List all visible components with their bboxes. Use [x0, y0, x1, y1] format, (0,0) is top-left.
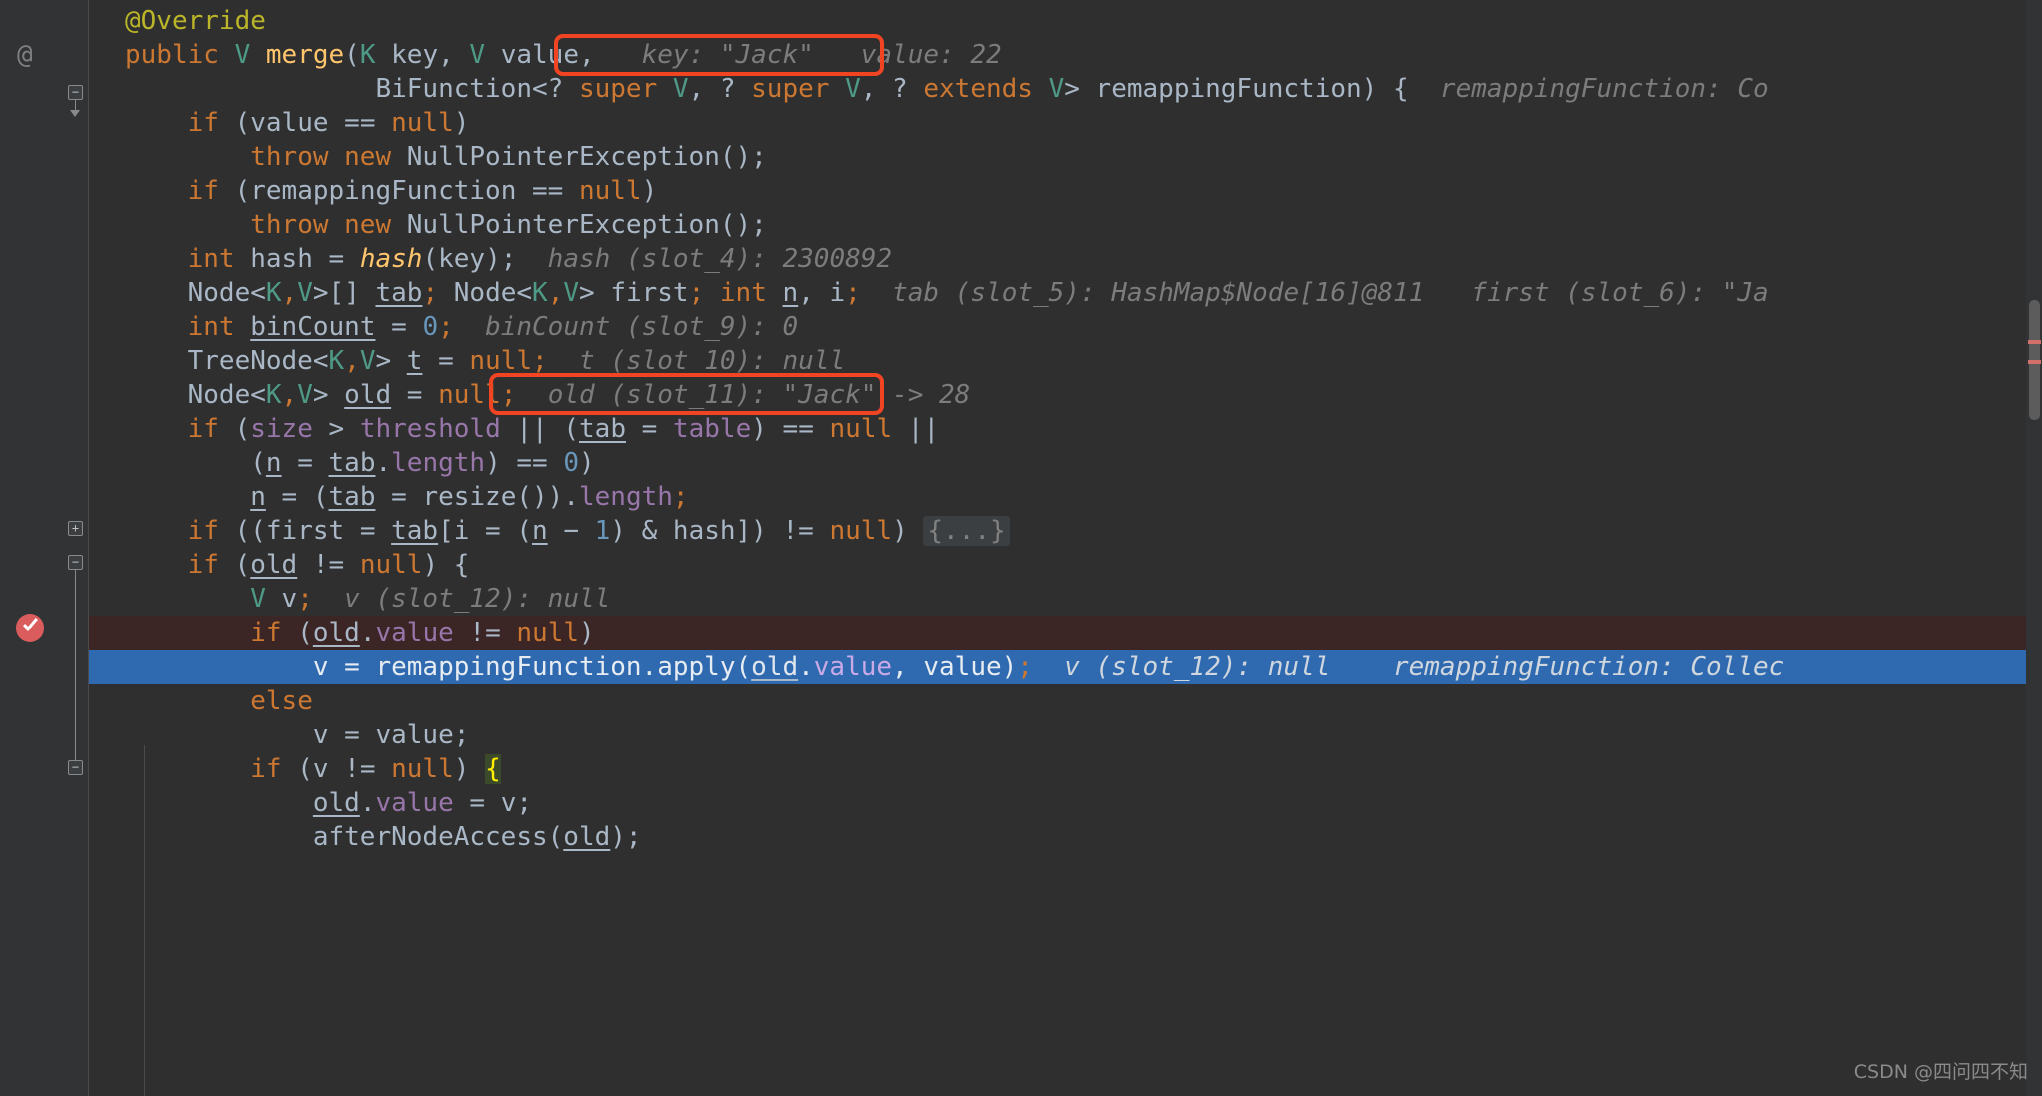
code-line[interactable]: Node<K,V>[] tab; Node<K,V> first; int n,… — [89, 276, 2042, 310]
code-line-text: Node<K,V>[] tab; Node<K,V> first; int n,… — [125, 278, 1769, 308]
code-line[interactable]: if (old.value != null) — [89, 616, 2042, 650]
code-line[interactable]: throw new NullPointerException(); — [89, 140, 2042, 174]
code-line[interactable]: if (size > threshold || (tab = table) ==… — [89, 412, 2042, 446]
code-line[interactable]: throw new NullPointerException(); — [89, 208, 2042, 242]
code-line[interactable]: Node<K,V> old = null; old (slot_11): "Ja… — [89, 378, 2042, 412]
code-line-text: if (remappingFunction == null) — [187, 176, 658, 206]
inline-debug-hint[interactable]: v (slot_12): null — [313, 584, 610, 614]
code-line[interactable]: if (v != null) { — [89, 752, 2042, 786]
inline-debug-hint[interactable]: binCount (slot_9): 0 — [454, 312, 798, 342]
code-line-text: int hash = hash(key); hash (slot_4): 230… — [187, 244, 893, 274]
inline-debug-hint[interactable]: tab (slot_5): HashMap$Node[16]@811 first… — [861, 278, 1769, 308]
code-line[interactable]: @Override — [89, 4, 2042, 38]
code-line-text: if (size > threshold || (tab = table) ==… — [187, 414, 940, 444]
code-line[interactable]: int binCount = 0; binCount (slot_9): 0 — [89, 310, 2042, 344]
code-line-text: afterNodeAccess(old); — [125, 822, 642, 852]
code-line-text: if (value == null) — [187, 108, 470, 138]
code-line-text: n = (tab = resize()).length; — [250, 482, 689, 512]
code-line[interactable]: n = (tab = resize()).length; — [89, 480, 2042, 514]
code-line-text: else — [250, 686, 313, 716]
inline-debug-hint[interactable]: key: "Jack" value: 22 — [610, 40, 1002, 70]
code-line-text: public V merge(K key, V value, key: "Jac… — [125, 40, 1002, 70]
annotation-at-icon[interactable]: @ — [17, 38, 33, 72]
code-line[interactable]: int hash = hash(key); hash (slot_4): 230… — [89, 242, 2042, 276]
code-line-text: TreeNode<K,V> t = null; t (slot_10): nul… — [125, 346, 846, 376]
code-line-text: BiFunction<? super V, ? super V, ? exten… — [125, 74, 1769, 104]
scrollbar-error-mark[interactable] — [2028, 340, 2041, 344]
folded-block-placeholder[interactable]: {...} — [923, 516, 1010, 546]
inline-debug-hint[interactable]: old (slot_11): "Jack" -> 28 — [516, 380, 971, 410]
code-line-text: if ((first = tab[i = (n − 1) & hash]) !=… — [125, 514, 1010, 548]
inline-debug-hint[interactable]: t (slot_10): null — [548, 346, 845, 376]
code-line-text: throw new NullPointerException(); — [250, 142, 767, 172]
code-line-text: if (v != null) { — [250, 754, 501, 784]
editor-vertical-scrollbar[interactable] — [2026, 0, 2042, 1096]
code-line[interactable]: afterNodeAccess(old); — [89, 820, 2042, 854]
code-line-text: V v; v (slot_12): null — [250, 584, 611, 614]
code-line[interactable]: v = value; — [89, 718, 2042, 752]
code-pane[interactable]: @Override public V merge(K key, V value, … — [89, 0, 2042, 1096]
code-line-text: @Override — [125, 6, 266, 36]
code-line-text: v = remappingFunction.apply(old.value, v… — [125, 652, 1785, 682]
code-line[interactable]: if (old != null) { — [89, 548, 2042, 582]
fold-expand-icon-if-block[interactable]: + — [68, 521, 83, 536]
inline-debug-hint[interactable]: remappingFunction: Co — [1409, 74, 1769, 104]
code-line[interactable]: public V merge(K key, V value, key: "Jac… — [89, 38, 2042, 72]
inline-debug-hint[interactable]: hash (slot_4): 2300892 — [516, 244, 892, 274]
code-line[interactable]: old.value = v; — [89, 786, 2042, 820]
fold-guide-arrow — [70, 110, 80, 117]
code-line[interactable]: (n = tab.length) == 0) — [89, 446, 2042, 480]
code-line-text: if (old.value != null) — [250, 618, 595, 648]
breakpoint-icon[interactable] — [16, 614, 44, 642]
code-line[interactable]: if (remappingFunction == null) — [89, 174, 2042, 208]
indent-guide — [144, 745, 145, 1096]
fold-collapse-icon-inner[interactable]: − — [68, 760, 83, 775]
annotation-gutter[interactable] — [0, 0, 62, 1096]
code-line-text: v = value; — [125, 720, 470, 750]
code-line[interactable]: else — [89, 684, 2042, 718]
code-line-text: old.value = v; — [312, 788, 533, 818]
code-line-text: if (old != null) { — [187, 550, 470, 580]
ide-editor-window: @ − + − − @Override public V merge(K key,… — [0, 0, 2042, 1096]
fold-collapse-icon-if-old[interactable]: − — [68, 555, 83, 570]
code-line-text: int binCount = 0; binCount (slot_9): 0 — [187, 312, 799, 342]
code-line-text: throw new NullPointerException(); — [250, 210, 767, 240]
inline-debug-hint[interactable]: v (slot_12): null remappingFunction: Col… — [1033, 652, 1784, 682]
code-line[interactable]: V v; v (slot_12): null — [89, 582, 2042, 616]
code-line[interactable]: if ((first = tab[i = (n − 1) & hash]) !=… — [89, 514, 2042, 548]
folding-gutter[interactable] — [62, 0, 88, 1096]
code-line-text: (n = tab.length) == 0) — [125, 448, 595, 478]
fold-guide-line — [75, 100, 76, 110]
code-line[interactable]: TreeNode<K,V> t = null; t (slot_10): nul… — [89, 344, 2042, 378]
code-line[interactable]: if (value == null) — [89, 106, 2042, 140]
code-line[interactable]: BiFunction<? super V, ? super V, ? exten… — [89, 72, 2042, 106]
fold-guide-line-2 — [75, 570, 76, 760]
fold-collapse-icon-method[interactable]: − — [68, 85, 83, 100]
code-line-text: Node<K,V> old = null; old (slot_11): "Ja… — [125, 380, 971, 410]
watermark: CSDN @四问四不知 — [1853, 1061, 2028, 1083]
code-line[interactable]: v = remappingFunction.apply(old.value, v… — [89, 650, 2042, 684]
scrollbar-error-mark-2[interactable] — [2028, 360, 2041, 364]
